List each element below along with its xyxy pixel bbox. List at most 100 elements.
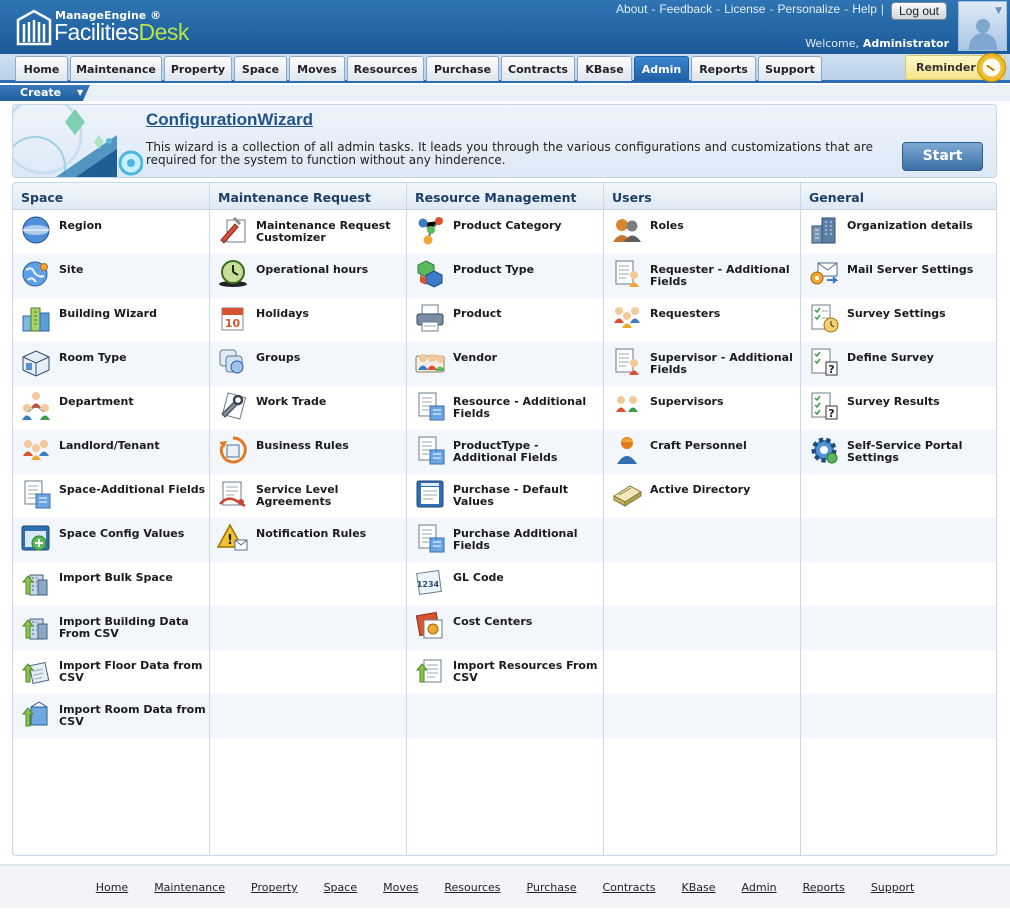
admin-item-label: Operational hours [256, 263, 369, 276]
admin-item-holidays[interactable]: 10 Holidays [210, 298, 406, 342]
business-rules-icon [217, 434, 249, 466]
supervisor-fields-icon [611, 346, 643, 378]
tab-maintenance[interactable]: Maintenance [70, 56, 162, 81]
active-directory-icon [611, 478, 643, 510]
admin-item-product[interactable]: Product [407, 298, 603, 342]
footer-link-moves[interactable]: Moves [383, 881, 418, 894]
tab-contracts[interactable]: Contracts [501, 56, 575, 81]
tab-reports[interactable]: Reports [691, 56, 756, 81]
admin-item-active-directory[interactable]: Active Directory [604, 474, 800, 518]
admin-item-label: Work Trade [256, 395, 327, 408]
user-avatar[interactable]: ▼ [958, 1, 1007, 51]
footer-link-resources[interactable]: Resources [444, 881, 500, 894]
about-link[interactable]: About [616, 2, 647, 16]
footer-link-admin[interactable]: Admin [742, 881, 777, 894]
admin-item-department[interactable]: Department [13, 386, 209, 430]
admin-item-label: Region [59, 219, 102, 232]
admin-item-cost-centers[interactable]: Cost Centers [407, 606, 603, 650]
feedback-link[interactable]: Feedback [659, 2, 712, 16]
admin-item-label: Import Bulk Space [59, 571, 173, 584]
admin-item-business-rules[interactable]: Business Rules [210, 430, 406, 474]
admin-item-requesters[interactable]: Requesters [604, 298, 800, 342]
admin-item-import-resources-from-csv[interactable]: Import Resources From CSV [407, 650, 603, 694]
admin-item-producttype-additional-fields[interactable]: ProductType - Additional Fields [407, 430, 603, 474]
admin-item-define-survey[interactable]: ? Define Survey [801, 342, 996, 386]
tab-purchase[interactable]: Purchase [426, 56, 499, 81]
admin-item-purchase-default-values[interactable]: Purchase - Default Values [407, 474, 603, 518]
wizard-start-button[interactable]: Start [902, 142, 983, 171]
facilitiesdesk-logo[interactable]: ManageEngine ® FacilitiesDesk [16, 6, 201, 48]
column-space: Space Region Site Building Wizard Room Type D… [13, 183, 210, 855]
admin-item-space-config-values[interactable]: Space Config Values [13, 518, 209, 562]
admin-item-label: Space Config Values [59, 527, 185, 540]
create-button[interactable]: Create ▼ [0, 85, 90, 101]
footer-link-purchase[interactable]: Purchase [527, 881, 577, 894]
admin-item-operational-hours[interactable]: Operational hours [210, 254, 406, 298]
admin-item-import-bulk-space[interactable]: Import Bulk Space [13, 562, 209, 606]
admin-item-survey-results[interactable]: ? Survey Results [801, 386, 996, 430]
admin-item-vendor[interactable]: Vendor [407, 342, 603, 386]
tab-admin[interactable]: Admin [634, 56, 689, 81]
license-link[interactable]: License [724, 2, 765, 16]
footer-link-maintenance[interactable]: Maintenance [154, 881, 225, 894]
additional-fields-icon [414, 390, 446, 422]
footer-link-property[interactable]: Property [251, 881, 298, 894]
admin-item-organization-details[interactable]: Organization details [801, 210, 996, 254]
footer-link-home[interactable]: Home [96, 881, 128, 894]
column-users: Users Roles Requester - Additional Fields R… [604, 183, 801, 855]
admin-item-label: Service Level Agreements [256, 483, 339, 508]
admin-item-craft-personnel[interactable]: Craft Personnel [604, 430, 800, 474]
logout-button[interactable]: Log out [891, 2, 947, 20]
admin-item-label: Import Floor Data from CSV [59, 659, 203, 684]
molecule-icon [414, 214, 446, 246]
tab-kbase[interactable]: KBase [577, 56, 632, 81]
admin-item-site[interactable]: Site [13, 254, 209, 298]
admin-item-roles[interactable]: Roles [604, 210, 800, 254]
admin-item-maintenance-request-customizer[interactable]: Maintenance Request Customizer [210, 210, 406, 254]
create-bar: Create ▼ [0, 85, 1010, 101]
footer-link-contracts[interactable]: Contracts [602, 881, 655, 894]
admin-item-requester-additional-fields[interactable]: Requester - Additional Fields [604, 254, 800, 298]
help-link[interactable]: Help [852, 2, 877, 16]
admin-item-space-additional-fields[interactable]: Space-Additional Fields [13, 474, 209, 518]
tab-property[interactable]: Property [164, 56, 232, 81]
admin-item-supervisors[interactable]: Supervisors [604, 386, 800, 430]
admin-item-survey-settings[interactable]: Survey Settings [801, 298, 996, 342]
reminder-button[interactable]: Reminder [905, 53, 1006, 82]
admin-item-resource-additional-fields[interactable]: Resource - Additional Fields [407, 386, 603, 430]
admin-item-groups[interactable]: Groups [210, 342, 406, 386]
admin-item-label: Product Type [453, 263, 535, 276]
personalize-link[interactable]: Personalize [777, 2, 840, 16]
footer-link-support[interactable]: Support [871, 881, 914, 894]
tab-space[interactable]: Space [234, 56, 287, 81]
footer-link-kbase[interactable]: KBase [682, 881, 716, 894]
admin-item-mail-server-settings[interactable]: Mail Server Settings [801, 254, 996, 298]
empty-row [801, 694, 996, 738]
tab-support[interactable]: Support [758, 56, 822, 81]
tab-home[interactable]: Home [15, 56, 68, 81]
admin-item-building-wizard[interactable]: Building Wizard [13, 298, 209, 342]
admin-item-room-type[interactable]: Room Type [13, 342, 209, 386]
admin-item-supervisor-additional-fields[interactable]: Supervisor - Additional Fields [604, 342, 800, 386]
admin-item-label: Space-Additional Fields [59, 483, 206, 496]
admin-item-work-trade[interactable]: Work Trade [210, 386, 406, 430]
buildings-icon [20, 302, 52, 334]
define-survey-icon: ? [808, 346, 840, 378]
admin-item-product-type[interactable]: Product Type [407, 254, 603, 298]
admin-item-notification-rules[interactable]: ! Notification Rules [210, 518, 406, 562]
admin-item-import-room-data-from-csv[interactable]: Import Room Data from CSV [13, 694, 209, 738]
admin-item-service-level-agreements[interactable]: Service Level Agreements [210, 474, 406, 518]
tab-moves[interactable]: Moves [289, 56, 345, 81]
admin-item-import-floor-data-from-csv[interactable]: Import Floor Data from CSV [13, 650, 209, 694]
admin-item-region[interactable]: Region [13, 210, 209, 254]
wizard-title-link[interactable]: ConfigurationWizard [146, 110, 313, 130]
footer-link-reports[interactable]: Reports [803, 881, 845, 894]
admin-item-product-category[interactable]: Product Category [407, 210, 603, 254]
admin-item-purchase-additional-fields[interactable]: Purchase Additional Fields [407, 518, 603, 562]
admin-item-landlord-tenant[interactable]: Landlord/Tenant [13, 430, 209, 474]
admin-item-self-service-portal-settings[interactable]: Self-Service Portal Settings [801, 430, 996, 474]
footer-link-space[interactable]: Space [324, 881, 358, 894]
admin-item-import-building-data-from-csv[interactable]: Import Building Data From CSV [13, 606, 209, 650]
tab-resources[interactable]: Resources [347, 56, 424, 81]
admin-item-gl-code[interactable]: 1234 GL Code [407, 562, 603, 606]
